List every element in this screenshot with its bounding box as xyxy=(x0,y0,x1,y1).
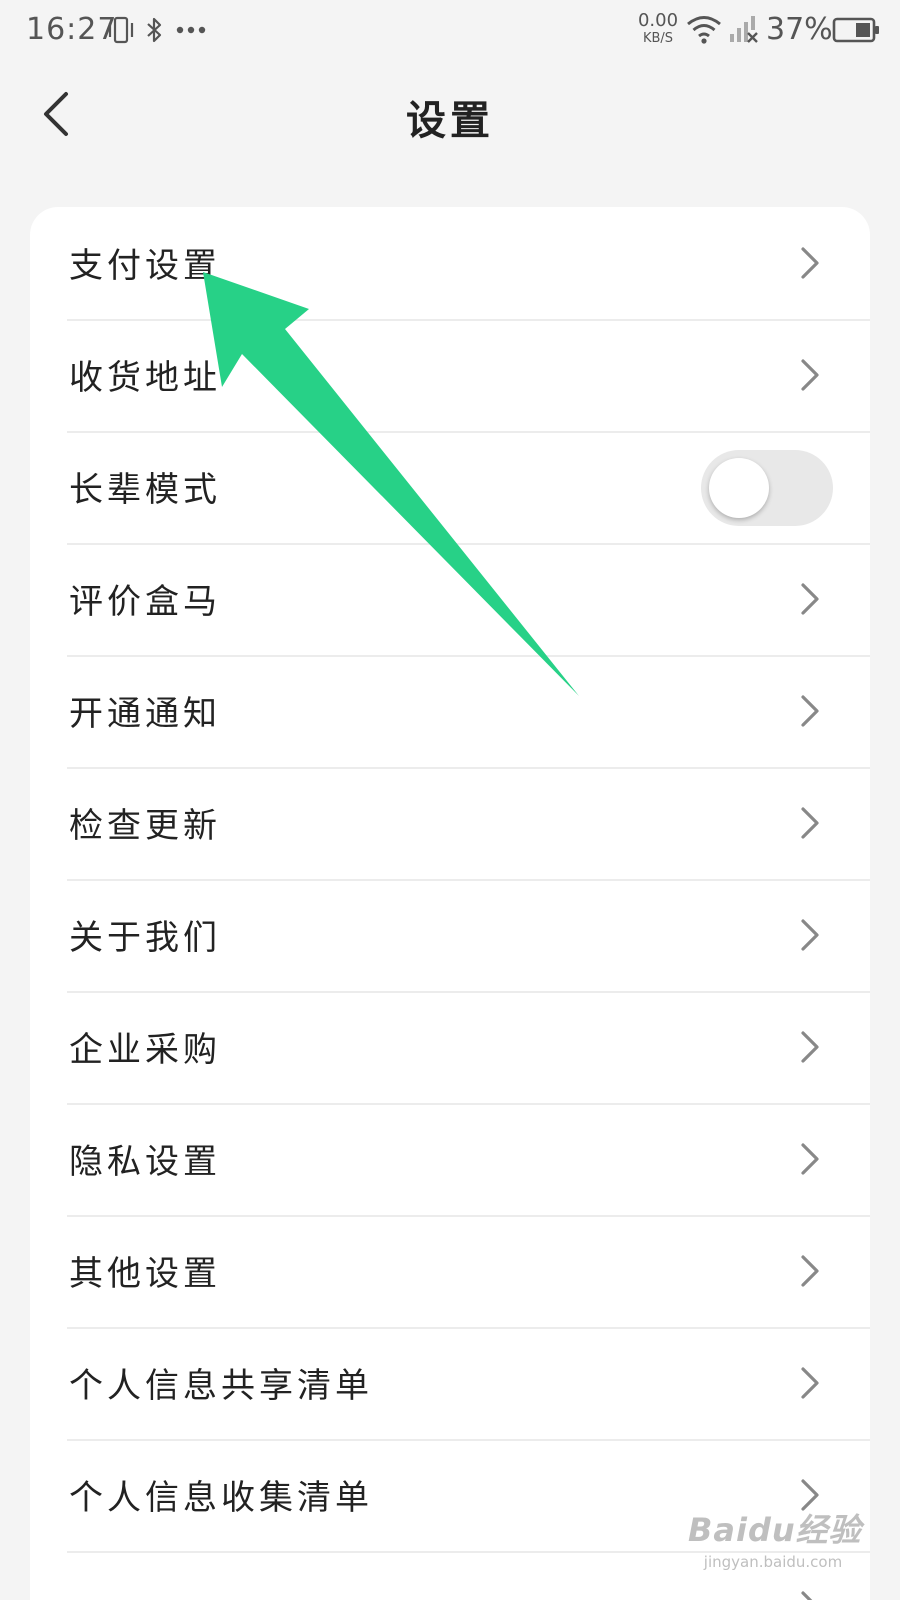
settings-screen: 16:27 0.00 KB/S 37% 设置 支付设置 收货地址 长辈模式 评价… xyxy=(0,0,900,1600)
network-speed-unit: KB/S xyxy=(642,31,674,46)
chevron-right-icon xyxy=(801,1031,819,1063)
settings-row[interactable]: 支付设置 xyxy=(30,207,870,319)
network-speed-value: 0.00 xyxy=(637,10,679,31)
bluetooth-icon xyxy=(147,17,162,43)
watermark-logo: Baidu经验 xyxy=(688,1511,862,1549)
settings-row[interactable]: 隐私设置 xyxy=(30,1103,870,1215)
elder-mode-toggle[interactable] xyxy=(701,450,833,526)
status-time: 16:27 xyxy=(26,12,118,47)
toggle-knob xyxy=(709,458,769,518)
chevron-right-icon xyxy=(801,1367,819,1399)
settings-row[interactable]: 开通通知 xyxy=(30,655,870,767)
settings-list: 支付设置收货地址长辈模式评价盒马开通通知检查更新关于我们企业采购隐私设置其他设置… xyxy=(30,207,870,1600)
signal-icon xyxy=(730,16,758,43)
battery-percent: 37% xyxy=(766,12,833,47)
settings-row[interactable]: 其他设置 xyxy=(30,1215,870,1327)
watermark: Baidu经验 jingyan.baidu.com xyxy=(688,1505,862,1571)
status-bar: 16:27 0.00 KB/S 37% xyxy=(0,0,900,62)
chevron-right-icon xyxy=(801,1255,819,1287)
wifi-icon xyxy=(687,16,721,44)
chevron-right-icon xyxy=(801,583,819,615)
chevron-right-icon xyxy=(801,919,819,951)
settings-row[interactable]: 检查更新 xyxy=(30,767,870,879)
chevron-right-icon xyxy=(801,359,819,391)
settings-row-label: 个人信息收集清单 xyxy=(69,1478,373,1518)
settings-row-label: 关于我们 xyxy=(69,918,221,958)
vibrate-icon xyxy=(108,16,134,44)
settings-row-label: 支付设置 xyxy=(69,246,221,286)
settings-row-label: 收货地址 xyxy=(69,358,221,398)
battery-icon xyxy=(832,17,879,43)
settings-row[interactable]: 关于我们 xyxy=(30,879,870,991)
settings-row[interactable]: 长辈模式 xyxy=(30,431,870,543)
watermark-url: jingyan.baidu.com xyxy=(703,1553,843,1571)
page-title: 设置 xyxy=(406,98,494,144)
chevron-right-icon xyxy=(801,1591,813,1600)
settings-row-label: 其他设置 xyxy=(69,1254,221,1294)
settings-row-label: 企业采购 xyxy=(69,1030,221,1070)
settings-row-label: 隐私设置 xyxy=(69,1142,221,1182)
settings-row-label: 评价盒马 xyxy=(69,582,221,622)
settings-row[interactable]: 个人信息共享清单 xyxy=(30,1327,870,1439)
chevron-right-icon xyxy=(801,807,819,839)
settings-row-label: 开通通知 xyxy=(69,694,221,734)
more-icon xyxy=(176,26,206,34)
chevron-right-icon xyxy=(801,695,819,727)
settings-row[interactable]: 收货地址 xyxy=(30,319,870,431)
settings-row[interactable]: 评价盒马 xyxy=(30,543,870,655)
settings-row-label: 个人信息共享清单 xyxy=(69,1366,373,1406)
chevron-right-icon xyxy=(801,1143,819,1175)
network-speed: 0.00 KB/S xyxy=(636,10,680,46)
settings-row-label: 检查更新 xyxy=(69,806,221,846)
settings-row[interactable]: 企业采购 xyxy=(30,991,870,1103)
settings-row-label: 长辈模式 xyxy=(69,470,221,510)
chevron-right-icon xyxy=(801,247,819,279)
